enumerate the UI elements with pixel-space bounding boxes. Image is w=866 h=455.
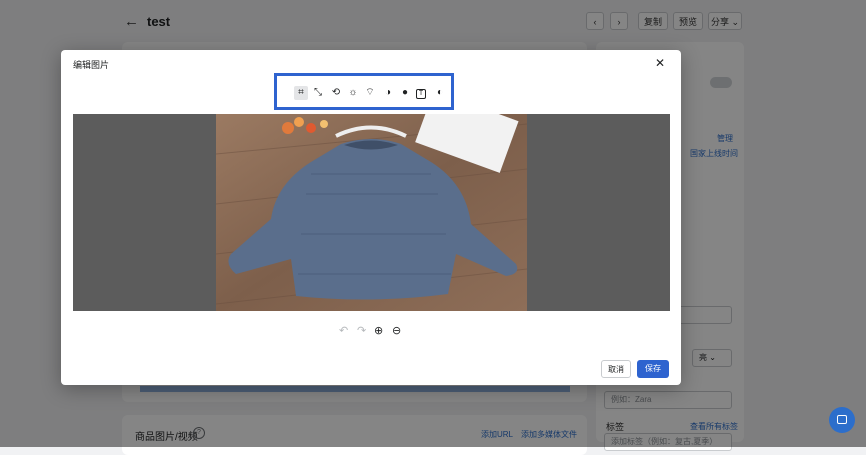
saturation-icon[interactable]: ● [398,86,412,100]
chat-icon[interactable] [829,407,855,433]
resize-icon[interactable]: ⤡ [311,86,325,100]
product-photo [216,114,527,311]
zoom-in-icon[interactable]: ⊕ [374,324,383,337]
modal-title: 编辑图片 [73,60,110,70]
filter-icon[interactable]: ◐ [433,86,447,100]
blouse-photo-svg [216,114,527,311]
contrast-icon[interactable]: ◑ [381,86,395,100]
text-icon[interactable]: T [416,89,426,99]
cancel-button[interactable]: 取消 [601,360,631,378]
edit-image-modal: 编辑图片 ✕ ⌗ ⤡ ⟲ ☼ ⌔ ◑ ● T ◐ ↶ ↷ ⊕ ⊖ 取消 保存 [61,50,681,385]
undo-icon[interactable]: ↶ [339,324,348,337]
crop-icon[interactable]: ⌗ [294,86,308,100]
save-button[interactable]: 保存 [637,360,669,378]
redo-icon[interactable]: ↷ [357,324,366,337]
brightness-icon[interactable]: ☼ [346,86,360,100]
draw-icon[interactable]: ⌔ [363,86,377,100]
rotate-icon[interactable]: ⟲ [329,86,343,100]
image-canvas[interactable] [73,114,670,311]
close-icon[interactable]: ✕ [655,56,665,70]
zoom-out-icon[interactable]: ⊖ [392,324,401,337]
